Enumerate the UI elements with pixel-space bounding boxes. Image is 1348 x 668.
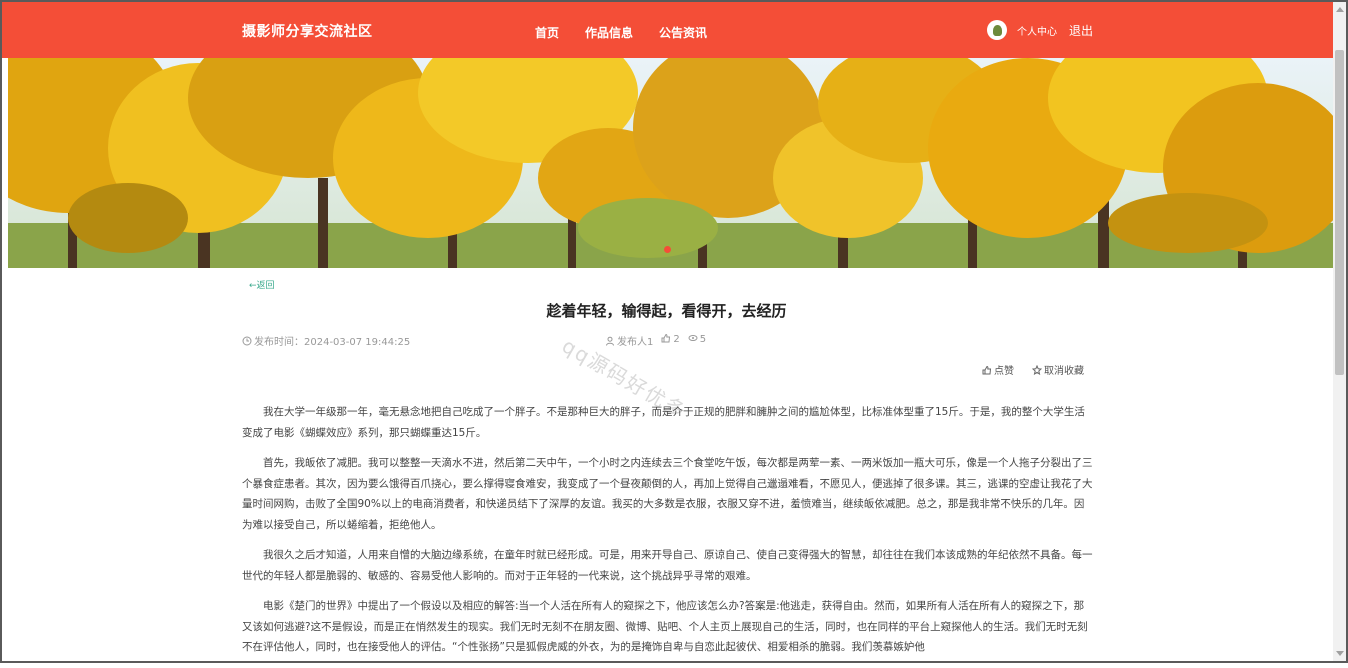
top-navbar: 摄影师分享交流社区 首页 作品信息 公告资讯 个人中心 退出 <box>2 2 1333 58</box>
avatar[interactable] <box>987 20 1007 40</box>
eye-icon <box>688 335 698 341</box>
article-paragraph: 我在大学一年级那一年，毫无悬念地把自己吃成了一个胖子。不是那种巨大的胖子，而是介… <box>242 406 1085 439</box>
user-center-link[interactable]: 个人中心 <box>1017 23 1057 38</box>
like-button[interactable]: 点赞 <box>982 362 1014 377</box>
banner-carousel[interactable] <box>8 58 1333 268</box>
user-icon <box>606 336 614 346</box>
autumn-trees-image <box>8 58 1333 268</box>
publish-time: 发布时间：2024-03-07 19:44:25 <box>242 333 410 348</box>
arrow-left-icon: ← <box>249 281 257 291</box>
nav-home[interactable]: 首页 <box>535 24 559 41</box>
star-icon <box>1031 364 1043 376</box>
article-paragraph: 我很久之后才知道，人用来自憎的大脑边缘系统，在童年时就已经形成。可是，用来开导自… <box>242 549 1093 582</box>
author: 发布人1 <box>605 333 653 348</box>
clock-icon <box>242 336 252 346</box>
article-paragraph: 首先，我皈依了减肥。我可以整整一天滴水不进，然后第二天中午，一个小时之内连续去三… <box>242 457 1093 531</box>
scroll-down-icon[interactable] <box>1336 651 1344 656</box>
scroll-up-icon[interactable] <box>1336 7 1344 12</box>
user-area: 个人中心 退出 <box>987 20 1093 40</box>
scroll-thumb[interactable] <box>1335 50 1344 375</box>
article-stats: 发布人1 2 5 <box>605 333 706 348</box>
back-link[interactable]: ←返回 <box>249 278 275 291</box>
article-paragraph: 电影《楚门的世界》中提出了一个假设以及相应的解答:当一个人活在所有人的窥探之下，… <box>242 600 1088 653</box>
nav-announcements[interactable]: 公告资讯 <box>659 24 707 41</box>
logout-link[interactable]: 退出 <box>1069 22 1093 39</box>
article-title: 趁着年轻，输得起，看得开，去经历 <box>546 302 787 320</box>
article-body: 我在大学一年级那一年，毫无悬念地把自己吃成了一个胖子。不是那种巨大的胖子，而是介… <box>242 402 1094 668</box>
carousel-indicator[interactable] <box>664 246 671 253</box>
vertical-scrollbar[interactable] <box>1333 2 1346 661</box>
site-brand[interactable]: 摄影师分享交流社区 <box>242 21 373 41</box>
nav-works[interactable]: 作品信息 <box>585 24 633 41</box>
like-count: 2 <box>661 333 680 348</box>
article-actions: 点赞 取消收藏 <box>982 362 1084 377</box>
thumb-icon <box>982 365 992 375</box>
main-nav: 首页 作品信息 公告资讯 <box>535 24 707 41</box>
thumb-icon <box>661 333 671 343</box>
unfavorite-button[interactable]: 取消收藏 <box>1031 362 1084 377</box>
view-count: 5 <box>688 333 706 348</box>
